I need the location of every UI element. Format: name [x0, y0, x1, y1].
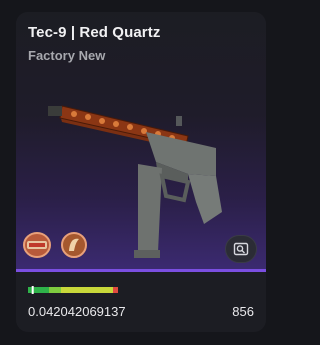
rarity-divider — [16, 269, 266, 272]
sticker-icon[interactable] — [23, 232, 51, 258]
float-marker — [31, 286, 34, 294]
item-price: 856 — [232, 304, 254, 319]
inspect-button[interactable] — [225, 235, 257, 263]
inspect-icon — [233, 242, 249, 256]
item-exterior: Factory New — [28, 48, 106, 63]
item-title: Tec-9 | Red Quartz — [28, 24, 161, 41]
item-card[interactable]: Tec-9 | Red Quartz Factory New 0.0420420… — [16, 12, 266, 332]
float-wear-bar — [28, 286, 118, 294]
sticker-icon[interactable] — [60, 232, 88, 258]
float-value: 0.042042069137 — [28, 304, 126, 319]
item-artwork: Tec-9 | Red Quartz Factory New — [16, 12, 266, 269]
